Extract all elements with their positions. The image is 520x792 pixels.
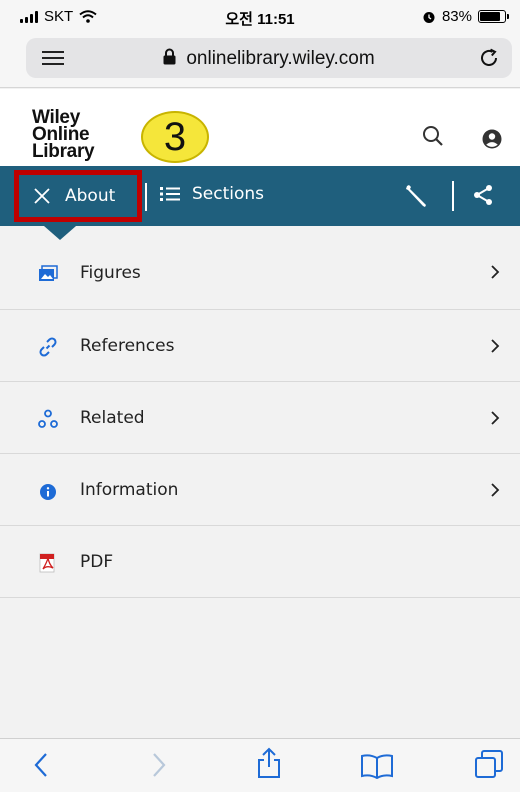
about-label: About	[65, 186, 116, 206]
image-icon	[39, 265, 58, 281]
chevron-right-icon	[491, 339, 500, 353]
back-icon[interactable]	[32, 751, 50, 779]
sections-button[interactable]: Sections	[160, 184, 264, 204]
battery-percent: 83%	[441, 8, 472, 25]
menu-item-related[interactable]: Related	[0, 382, 520, 454]
step-number-badge: 3	[141, 111, 209, 163]
share-sheet-icon[interactable]	[256, 747, 282, 779]
about-close-button[interactable]: About	[14, 170, 142, 222]
site-header: Wiley Online Library	[0, 89, 520, 166]
list-icon	[160, 187, 180, 201]
chevron-right-icon	[491, 411, 500, 425]
menu-item-label: References	[80, 336, 175, 356]
status-right: 83%	[422, 8, 509, 25]
tabs-icon[interactable]	[474, 749, 504, 779]
close-icon	[34, 188, 50, 204]
menu-item-information[interactable]: Information	[0, 454, 520, 526]
pdf-icon	[39, 553, 55, 573]
browser-bottom-toolbar	[0, 738, 520, 792]
battery-icon	[478, 10, 509, 23]
menu-item-label: PDF	[80, 552, 114, 572]
menu-item-label: Figures	[80, 263, 141, 283]
status-bar: SKT 오전 11:51 83%	[0, 0, 520, 32]
chevron-right-icon	[491, 483, 500, 497]
sections-label: Sections	[192, 184, 265, 204]
reload-icon[interactable]	[478, 47, 500, 69]
menu-item-label: Related	[80, 408, 145, 428]
wiley-online-library-logo[interactable]: Wiley Online Library	[32, 108, 95, 161]
bookmarks-icon[interactable]	[360, 753, 394, 779]
menu-item-label: Information	[80, 480, 179, 500]
menu-item-pdf[interactable]: PDF	[0, 526, 520, 598]
alarm-icon	[423, 11, 435, 23]
about-menu-list: Figures References Related Information P…	[0, 226, 520, 598]
url-text: onlinelibrary.wiley.com	[186, 48, 375, 69]
link-icon	[39, 337, 57, 357]
menu-item-references[interactable]: References	[0, 310, 520, 382]
chevron-right-icon	[491, 265, 500, 279]
toolbar-divider-right	[452, 181, 454, 211]
share-icon[interactable]	[472, 184, 494, 206]
user-account-icon[interactable]	[482, 129, 502, 149]
related-icon	[38, 409, 58, 428]
url-display[interactable]: onlinelibrary.wiley.com	[26, 48, 512, 70]
address-bar[interactable]: onlinelibrary.wiley.com	[26, 38, 512, 78]
search-icon[interactable]	[422, 125, 444, 147]
wrench-icon[interactable]	[404, 183, 430, 209]
article-toolbar: About Sections	[0, 166, 520, 226]
menu-item-figures[interactable]: Figures	[0, 226, 520, 310]
info-icon	[40, 484, 56, 500]
toolbar-divider	[145, 183, 147, 211]
forward-icon[interactable]	[150, 751, 168, 779]
lock-icon	[163, 48, 176, 65]
browser-bar: onlinelibrary.wiley.com	[0, 32, 520, 88]
